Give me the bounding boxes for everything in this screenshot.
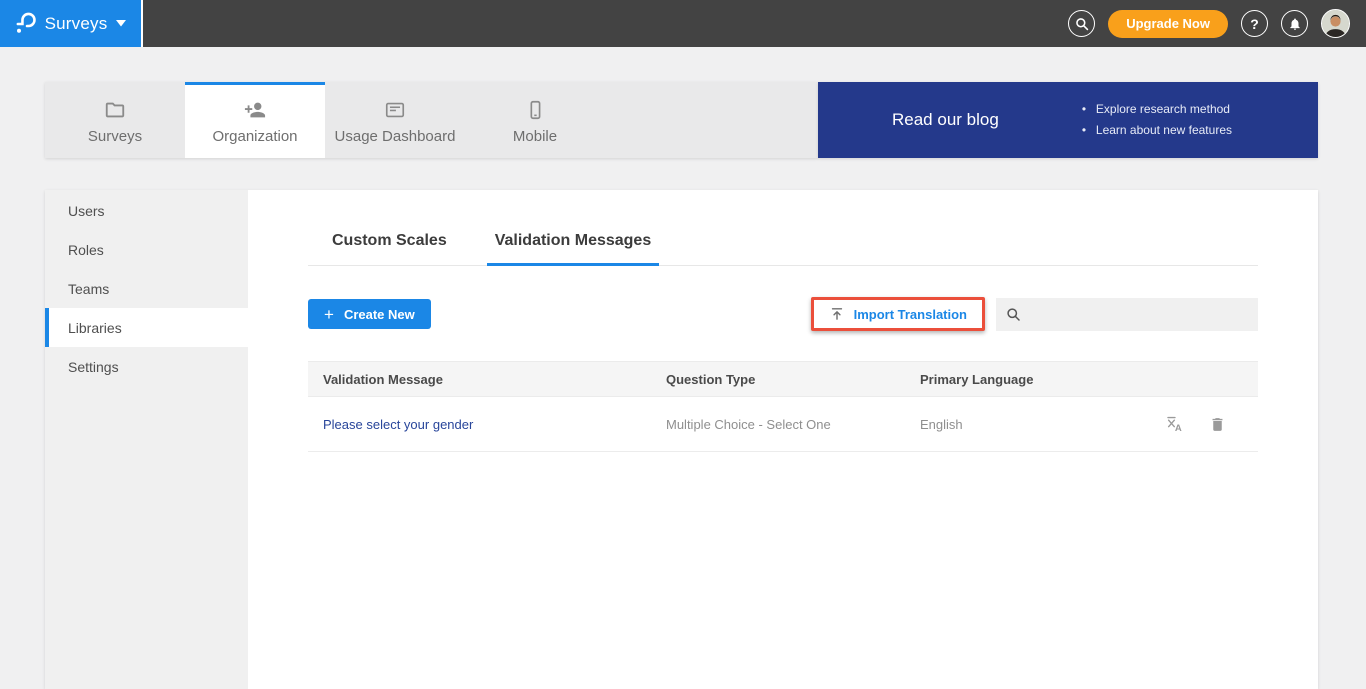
translate-button[interactable]: A — [1165, 415, 1184, 434]
column-header-primary-language: Primary Language — [905, 372, 1153, 387]
table-search — [996, 298, 1258, 331]
nav-tab-usage-dashboard[interactable]: Usage Dashboard — [325, 82, 465, 158]
folder-icon — [103, 99, 127, 121]
translate-icon: A — [1165, 415, 1184, 434]
sidebar-item-teams[interactable]: Teams — [45, 269, 248, 308]
nav-tab-mobile[interactable]: Mobile — [465, 82, 605, 158]
library-tabs: Custom Scales Validation Messages — [308, 232, 1258, 266]
notifications-button[interactable] — [1281, 10, 1308, 37]
import-translation-button[interactable]: Import Translation — [814, 300, 982, 328]
workspace-nav: Surveys Organization Usage Dashboard Mob… — [45, 82, 818, 158]
banner-bullet: Learn about new features — [1082, 120, 1232, 141]
sidebar-item-users[interactable]: Users — [45, 191, 248, 230]
libraries-content: Custom Scales Validation Messages + Crea… — [248, 190, 1318, 689]
trash-icon — [1209, 415, 1226, 434]
nav-tab-surveys[interactable]: Surveys — [45, 82, 185, 158]
table-row: Please select your gender Multiple Choic… — [308, 397, 1258, 452]
annotation-highlight-box: Import Translation — [811, 297, 985, 331]
tab-custom-scales[interactable]: Custom Scales — [324, 232, 455, 266]
blog-banner[interactable]: Read our blog Explore research method Le… — [818, 82, 1318, 158]
questionpro-logo-icon — [15, 12, 36, 35]
top-app-bar: Surveys Upgrade Now ? — [0, 0, 1366, 47]
help-button[interactable]: ? — [1241, 10, 1268, 37]
nav-tab-organization[interactable]: Organization — [185, 82, 325, 158]
table-header-row: Validation Message Question Type Primary… — [308, 361, 1258, 397]
question-type-cell: Multiple Choice - Select One — [651, 417, 905, 432]
search-icon — [1075, 17, 1089, 31]
table-search-input[interactable] — [1029, 307, 1248, 322]
column-header-question-type: Question Type — [651, 372, 905, 387]
create-new-button[interactable]: + Create New — [308, 299, 431, 329]
nav-tab-label: Mobile — [513, 128, 557, 145]
main-panel: Users Roles Teams Libraries Settings Cus… — [45, 190, 1318, 689]
banner-bullet-list: Explore research method Learn about new … — [1082, 99, 1232, 141]
column-header-validation-message: Validation Message — [308, 372, 651, 387]
banner-bullet: Explore research method — [1082, 99, 1232, 120]
delete-button[interactable] — [1209, 415, 1226, 434]
validation-message-link[interactable]: Please select your gender — [308, 417, 651, 432]
question-mark-icon: ? — [1250, 17, 1259, 31]
row-actions: A — [1153, 415, 1258, 434]
sidebar-item-settings[interactable]: Settings — [45, 347, 248, 386]
sidebar-item-roles[interactable]: Roles — [45, 230, 248, 269]
svg-text:A: A — [1175, 422, 1182, 433]
mobile-icon — [523, 99, 547, 121]
bell-icon — [1288, 17, 1302, 31]
nav-tab-label: Organization — [212, 128, 297, 145]
create-new-label: Create New — [344, 307, 415, 322]
import-icon — [829, 306, 845, 322]
topbar-actions: Upgrade Now ? — [1068, 9, 1366, 38]
upgrade-now-button[interactable]: Upgrade Now — [1108, 10, 1228, 38]
banner-title: Read our blog — [892, 110, 999, 130]
nav-tab-label: Surveys — [88, 128, 142, 145]
search-icon — [1006, 307, 1021, 322]
tab-validation-messages[interactable]: Validation Messages — [487, 232, 660, 266]
toolbar: + Create New Import Translation — [308, 297, 1258, 331]
nav-tab-label: Usage Dashboard — [335, 128, 456, 145]
dashboard-icon — [383, 99, 407, 121]
chevron-down-icon — [116, 20, 126, 27]
sidebar-item-libraries[interactable]: Libraries — [45, 308, 248, 347]
primary-language-cell: English — [905, 417, 1153, 432]
toolbar-right: Import Translation — [811, 297, 1258, 331]
import-translation-label: Import Translation — [854, 307, 967, 322]
organization-sidebar: Users Roles Teams Libraries Settings — [45, 190, 248, 689]
plus-icon: + — [324, 306, 334, 323]
global-search-button[interactable] — [1068, 10, 1095, 37]
validation-messages-table: Validation Message Question Type Primary… — [308, 361, 1258, 452]
brand-label: Surveys — [45, 14, 108, 34]
product-switcher[interactable]: Surveys — [0, 0, 143, 47]
avatar[interactable] — [1321, 9, 1350, 38]
person-add-icon — [243, 99, 267, 121]
